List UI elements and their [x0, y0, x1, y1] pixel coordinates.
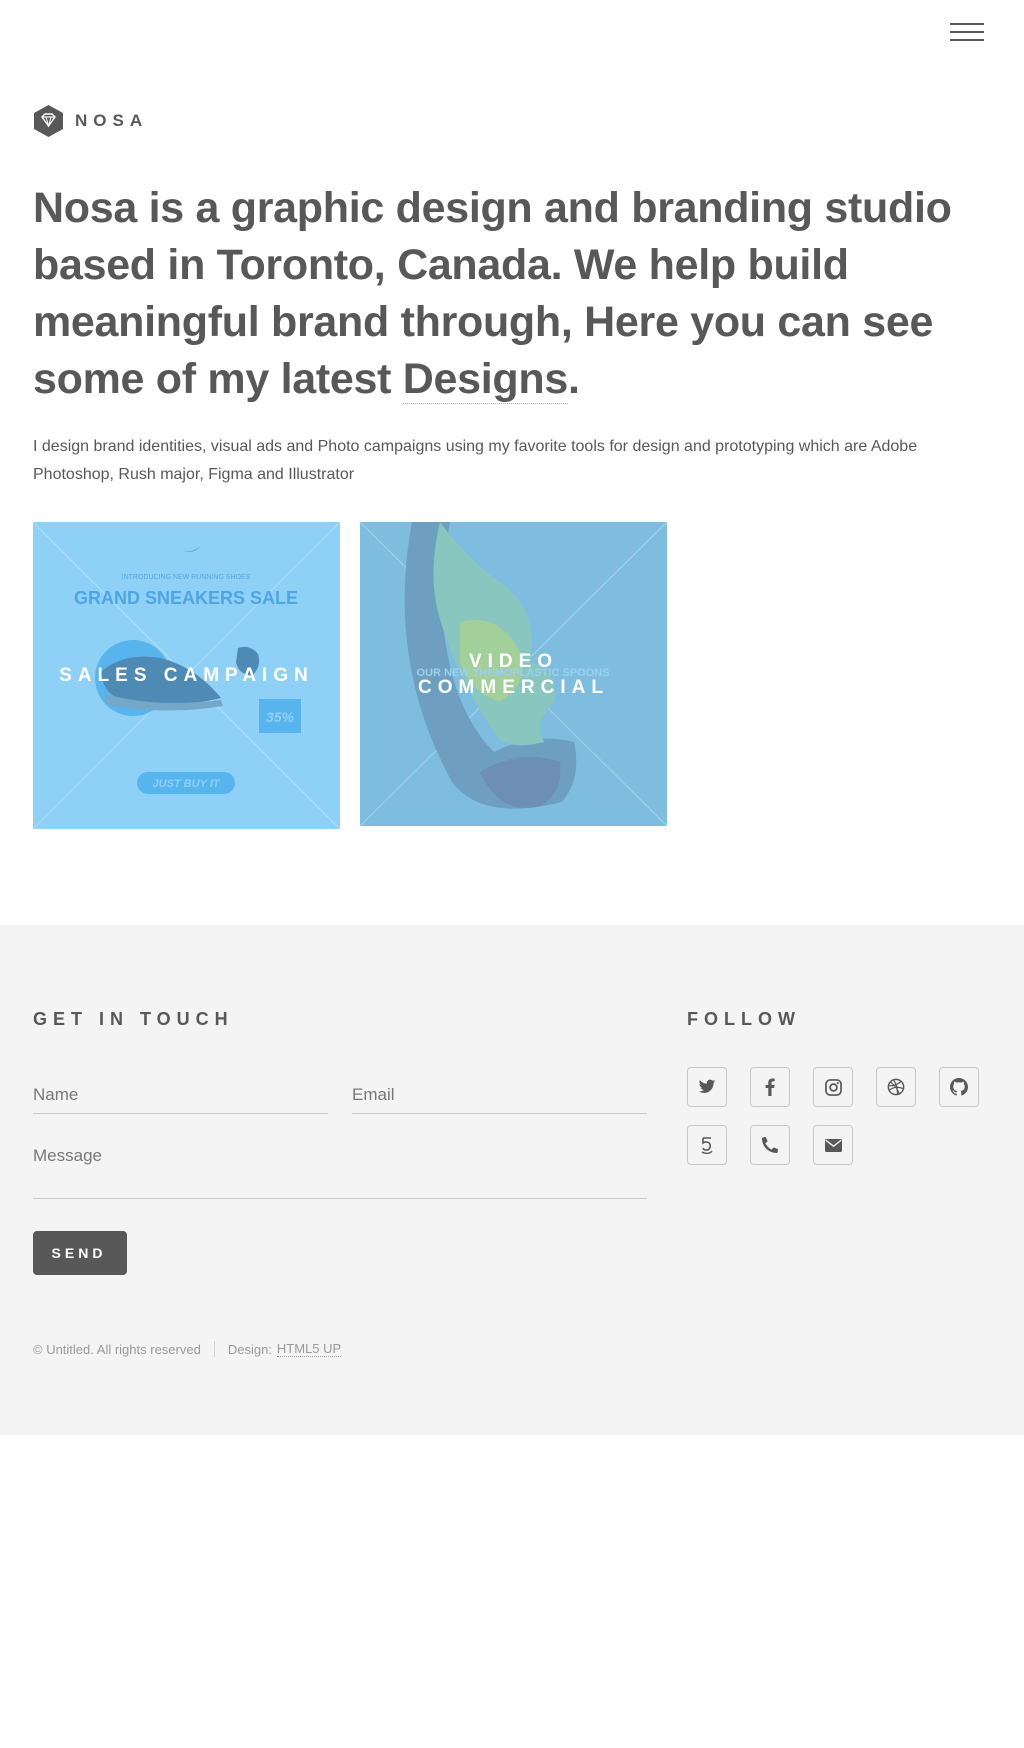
art-headline: GRAND SNEAKERS SALE	[74, 588, 298, 608]
tile-title-commercial: COMMERCIAL	[418, 677, 609, 698]
email-field[interactable]	[352, 1077, 647, 1114]
name-field[interactable]	[33, 1077, 328, 1114]
send-button[interactable]: SEND	[33, 1231, 127, 1275]
portfolio-tile-video-commercial[interactable]: OUR NEW THEMOPLASTIC SPOONS VIDEO COMMER…	[360, 522, 667, 826]
twitter-icon[interactable]	[687, 1067, 727, 1107]
follow-title: FOLLOW	[687, 1009, 801, 1029]
art-cta: JUST BUY IT	[152, 778, 220, 790]
site-logo[interactable]: NOSA	[33, 104, 148, 138]
footer: GET IN TOUCH FOLLOW © Untitled. All righ…	[0, 925, 1024, 1435]
art-tagline: INTRODUCING NEW RUNNING SHOES	[122, 574, 251, 581]
tile-title-video: VIDEO	[468, 651, 559, 672]
portfolio-tile-sales-campaign[interactable]: INTRODUCING NEW RUNNING SHOES GRAND SNEA…	[33, 522, 340, 829]
tile-title-sales-campaign: SALES CAMPAIGN	[59, 665, 314, 686]
brand-name: NOSA	[75, 111, 149, 130]
copyright-text: © Untitled. All rights reserved	[33, 1341, 201, 1357]
message-field[interactable]	[33, 1144, 647, 1199]
instagram-icon[interactable]	[813, 1067, 853, 1107]
get-in-touch-title: GET IN TOUCH	[33, 1009, 234, 1029]
dribbble-icon[interactable]	[876, 1067, 916, 1107]
copyright-bar: © Untitled. All rights reserved Design: …	[33, 1341, 342, 1357]
facebook-icon[interactable]	[750, 1067, 790, 1107]
designs-highlight: Designs	[402, 355, 568, 404]
diamond-logo-icon	[34, 105, 63, 137]
title-period: .	[567, 355, 580, 403]
copyright-divider	[213, 1341, 215, 1357]
design-label: Design:	[227, 1341, 272, 1357]
phone-icon[interactable]	[750, 1125, 790, 1165]
art-discount: 35%	[266, 709, 295, 725]
intro-paragraph: I design brand identities, visual ads an…	[33, 438, 918, 483]
hamburger-menu-icon[interactable]	[950, 20, 986, 44]
500px-icon[interactable]	[687, 1125, 727, 1165]
html5up-link[interactable]: HTML5 UP	[276, 1341, 342, 1357]
github-icon[interactable]	[939, 1067, 979, 1107]
page-title: Nosa is a graphic design and branding st…	[33, 180, 973, 408]
envelope-icon[interactable]	[813, 1125, 853, 1165]
